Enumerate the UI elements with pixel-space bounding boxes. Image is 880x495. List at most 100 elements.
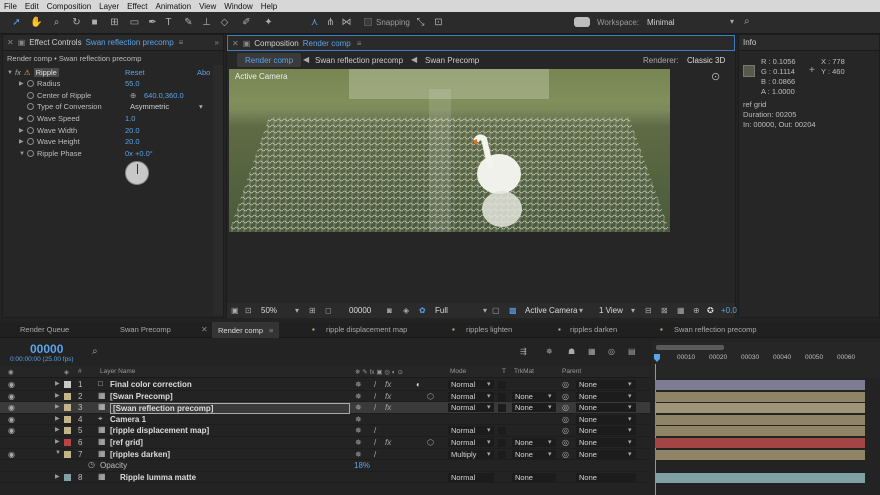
expand-icon[interactable]: ▶ xyxy=(55,426,60,433)
panel-menu-icon[interactable]: ≡ xyxy=(357,39,362,48)
stopwatch-icon[interactable] xyxy=(27,127,34,134)
fx-switch-icon[interactable]: fx xyxy=(385,392,391,401)
expand-icon[interactable]: ▶ xyxy=(55,380,60,387)
effect-controls-layer[interactable]: Swan reflection precomp xyxy=(86,38,174,47)
stopwatch-icon[interactable] xyxy=(27,103,34,110)
type-tool-icon[interactable]: T xyxy=(162,16,175,29)
show-snapshot-icon[interactable]: ◈ xyxy=(403,306,409,315)
comp-tab-render[interactable]: Render comp xyxy=(237,53,302,67)
graph-editor-icon[interactable]: ▤ xyxy=(628,347,636,356)
pickwhip-icon[interactable]: ◎ xyxy=(562,450,569,459)
menu-help[interactable]: Help xyxy=(257,2,281,11)
collapse-switch-icon[interactable]: ✵ xyxy=(355,438,362,447)
panel-menu-icon[interactable]: ≡ xyxy=(269,326,273,335)
draft-3d-icon[interactable]: ✵ xyxy=(546,347,553,356)
search-help-icon[interactable]: ⌕ xyxy=(744,16,750,27)
eye-icon[interactable]: ◉ xyxy=(8,403,15,412)
always-preview-icon[interactable]: ▣ xyxy=(231,306,239,315)
dropdown-arrow-icon[interactable]: ▾ xyxy=(487,450,491,458)
pickwhip-icon[interactable]: ◎ xyxy=(562,392,569,401)
prop-value[interactable]: Asymmetric xyxy=(130,102,169,111)
expand-icon[interactable]: ▶ xyxy=(55,438,60,445)
crosshair-icon[interactable]: ⊕ xyxy=(130,91,136,100)
label-color-swatch[interactable] xyxy=(64,392,71,400)
label-color-swatch[interactable] xyxy=(64,473,71,481)
prop-value[interactable]: 55.0 xyxy=(125,79,140,88)
timeline-timecode[interactable]: 00000 xyxy=(30,342,63,356)
quality-switch-icon[interactable]: / xyxy=(374,426,376,435)
preserve-transparency-checkbox[interactable] xyxy=(498,404,506,413)
label-color-swatch[interactable] xyxy=(64,450,71,458)
comp-tab-swan-precomp[interactable]: Swan Precomp xyxy=(425,56,479,65)
effect-reset-link[interactable]: Reset xyxy=(125,68,145,77)
camera-tool-icon[interactable]: ■ xyxy=(88,16,101,29)
opacity-value[interactable]: 18% xyxy=(354,461,370,470)
collapse-switch-icon[interactable]: ✵ xyxy=(355,392,362,401)
workspace-value[interactable]: Minimal xyxy=(647,18,675,27)
zoom-value[interactable]: 50% xyxy=(261,306,277,315)
preserve-transparency-checkbox[interactable] xyxy=(498,450,506,459)
panel-expand-icon[interactable]: » xyxy=(215,38,219,47)
flowchart-icon[interactable]: ⊕ xyxy=(693,306,700,315)
dropdown-arrow-icon[interactable]: ▾ xyxy=(487,403,491,411)
layer-name[interactable]: [Swan reflection precomp] xyxy=(110,403,350,415)
prop-value[interactable]: 20.0 xyxy=(125,126,140,135)
dropdown-arrow-icon[interactable]: ▾ xyxy=(487,426,491,434)
dropdown-arrow-icon[interactable]: ▾ xyxy=(628,438,632,446)
tab-ripples-darken[interactable]: ripples darken xyxy=(564,322,623,336)
3d-layer-icon[interactable]: ⬡ xyxy=(427,438,434,447)
dropdown-arrow-icon[interactable]: ▾ xyxy=(628,426,632,434)
rotate-tool-icon[interactable]: ↻ xyxy=(70,16,83,29)
menu-layer[interactable]: Layer xyxy=(95,2,123,11)
layer-duration-bar[interactable] xyxy=(655,472,865,483)
exposure-icon[interactable]: ✪ xyxy=(707,306,714,315)
dropdown-arrow-icon[interactable]: ▾ xyxy=(628,403,632,411)
trkmat-dropdown[interactable]: None xyxy=(512,472,556,482)
puppet-pin-tool-icon[interactable]: ✦ xyxy=(262,16,275,29)
menu-file[interactable]: File xyxy=(0,2,21,11)
stopwatch-icon[interactable] xyxy=(27,115,34,122)
shy-layers-icon[interactable]: ☗ xyxy=(568,347,575,356)
column-layer-name[interactable]: Layer Name xyxy=(100,368,135,375)
eye-icon[interactable]: ◉ xyxy=(8,392,15,401)
prop-value[interactable]: 20.0 xyxy=(125,137,140,146)
snap-option-2-icon[interactable]: ⊡ xyxy=(432,16,445,29)
layer-row[interactable]: ▶ 8 ▦ Ripple lumma matte Normal None Non… xyxy=(0,472,650,484)
brush-tool-icon[interactable]: ✎ xyxy=(182,16,195,29)
expand-icon[interactable]: ▶ xyxy=(55,403,60,410)
menu-view[interactable]: View xyxy=(195,2,220,11)
dropdown-arrow-icon[interactable]: ▾ xyxy=(628,415,632,423)
dropdown-arrow-icon[interactable]: ▾ xyxy=(579,306,583,315)
layer-name[interactable]: [ripple displacement map] xyxy=(110,426,209,435)
pen-tool-icon[interactable]: ✒ xyxy=(146,16,159,29)
roto-brush-tool-icon[interactable]: ✐ xyxy=(240,16,253,29)
parent-dropdown[interactable]: None xyxy=(576,426,636,436)
dropdown-arrow-icon[interactable]: ▾ xyxy=(295,306,299,315)
fast-preview-icon[interactable]: ⊠ xyxy=(661,306,668,315)
panel-menu-icon[interactable]: ≡ xyxy=(179,38,184,47)
expand-icon[interactable]: ▼ xyxy=(7,70,15,76)
quality-switch-icon[interactable]: / xyxy=(374,438,376,447)
dropdown-arrow-icon[interactable]: ▾ xyxy=(628,380,632,388)
adjustment-layer-icon[interactable]: ◐ xyxy=(416,380,421,389)
timeline-icon[interactable]: ▦ xyxy=(677,306,685,315)
workspace-dropdown-icon[interactable]: ▾ xyxy=(730,17,734,26)
panel-lock-icon[interactable]: ▣ xyxy=(18,38,26,47)
tab-render-comp[interactable]: Render comp ≡ xyxy=(212,322,280,338)
local-axis-icon[interactable]: ⋏ xyxy=(308,16,321,29)
layer-duration-bar[interactable] xyxy=(655,414,865,425)
tab-swan-reflection-precomp[interactable]: Swan reflection precomp xyxy=(668,322,763,336)
snap-option-icon[interactable]: ⤡ xyxy=(414,16,427,29)
expand-icon[interactable]: ▼ xyxy=(19,151,27,157)
quality-switch-icon[interactable]: / xyxy=(374,450,376,459)
parent-dropdown[interactable]: None xyxy=(576,414,636,424)
snapshot-icon[interactable]: ◙ xyxy=(387,306,392,315)
label-color-swatch[interactable] xyxy=(64,404,71,412)
layer-duration-bar[interactable] xyxy=(655,449,865,460)
expand-icon[interactable]: ▶ xyxy=(55,473,60,480)
collapse-switch-icon[interactable]: ✵ xyxy=(355,403,362,412)
mask-visibility-icon[interactable]: ◻ xyxy=(325,306,332,315)
view-axis-icon[interactable]: ⋈ xyxy=(340,16,353,29)
panel-lock-icon[interactable]: ▣ xyxy=(243,39,251,48)
layer-duration-bar[interactable] xyxy=(655,391,865,402)
